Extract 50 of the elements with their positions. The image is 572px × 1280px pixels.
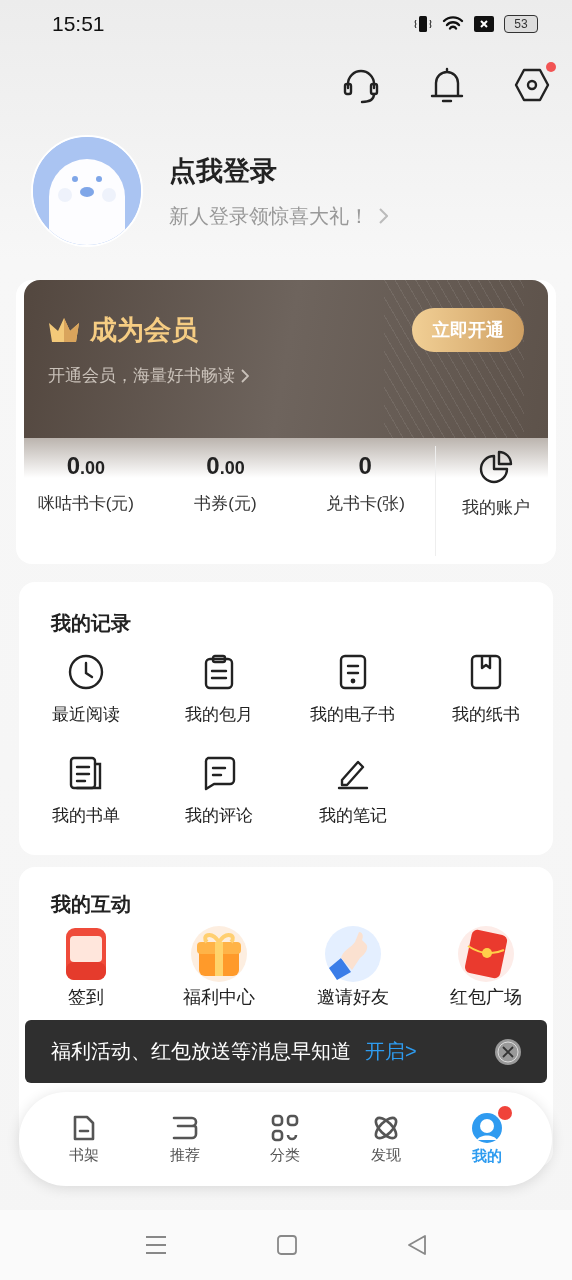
grid-icon: [270, 1113, 301, 1143]
hand-icon: [322, 924, 383, 984]
membership-title: 成为会员: [90, 314, 198, 347]
account-label[interactable]: 我的账户: [462, 496, 530, 519]
status-time: 15:51: [52, 12, 106, 36]
no-sim-icon: [474, 16, 494, 32]
interaction-link[interactable]: 签到: [67, 985, 104, 1009]
interaction-link[interactable]: 邀请好友: [316, 985, 389, 1009]
balance-value: 0: [358, 452, 372, 480]
interaction-link[interactable]: 福利中心: [183, 985, 256, 1009]
balance-label[interactable]: 兑书卡(张): [325, 492, 405, 515]
chevron-right-icon: [379, 208, 388, 224]
tab[interactable]: 发现: [335, 1109, 437, 1169]
vibrate-icon: [414, 15, 432, 33]
interaction-link[interactable]: 红包广场: [450, 985, 523, 1009]
close-icon[interactable]: [495, 1038, 521, 1065]
balance-value: 0.00: [66, 452, 106, 480]
wifi-icon: [442, 15, 464, 33]
record-link[interactable]: 我的纸书: [452, 703, 521, 726]
login-prompt[interactable]: 点我登录: [169, 152, 388, 189]
settings-icon[interactable]: [514, 66, 550, 104]
record-link[interactable]: 我的包月: [185, 703, 254, 726]
record-link[interactable]: 我的电子书: [310, 703, 396, 726]
user-icon: [470, 1112, 503, 1144]
tab[interactable]: 推荐: [134, 1109, 236, 1169]
enable-notifications-link[interactable]: 开启>: [365, 1038, 481, 1065]
home-icon[interactable]: [277, 1235, 297, 1255]
record-link[interactable]: 我的笔记: [318, 804, 387, 827]
notification-bell-icon[interactable]: [430, 66, 464, 104]
pie-chart-icon[interactable]: [479, 450, 513, 484]
record-link[interactable]: 我的书单: [51, 804, 120, 827]
section-title: 我的互动: [51, 892, 131, 917]
clock-icon: [66, 653, 105, 691]
tab[interactable]: 分类: [235, 1109, 336, 1169]
chevron-right-icon: [241, 368, 249, 383]
record-link[interactable]: 我的评论: [185, 804, 254, 827]
crown-icon: [48, 317, 80, 343]
section-title: 我的记录: [51, 611, 131, 636]
menu-icon[interactable]: [145, 1235, 167, 1255]
record-link[interactable]: 最近阅读: [51, 703, 120, 726]
toast-message: 福利活动、红包放送等消息早知道: [51, 1039, 351, 1064]
tab[interactable]: 书架: [34, 1109, 135, 1169]
balance-label[interactable]: 咪咕书卡(元): [37, 492, 134, 515]
battery-level: 53: [504, 15, 538, 33]
balance-label[interactable]: 书券(元): [194, 492, 257, 515]
envelope-icon: [456, 924, 517, 984]
back-icon[interactable]: [407, 1235, 427, 1255]
membership-subtitle[interactable]: 开通会员，海量好书畅读: [48, 364, 235, 387]
balance-value: 0.00: [206, 452, 245, 480]
gift-icon: [189, 924, 250, 984]
